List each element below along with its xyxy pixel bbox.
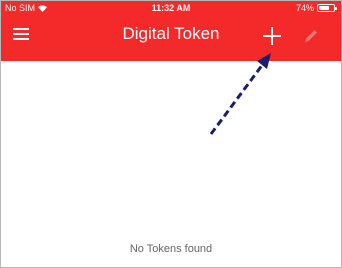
battery-icon: [317, 4, 337, 12]
app-screen: No SIM 11:32 AM 74% Digital Token No Tok…: [0, 0, 342, 268]
token-list-area: No Tokens found: [1, 61, 341, 267]
pencil-icon: [303, 28, 319, 44]
add-token-button[interactable]: [263, 27, 281, 45]
battery-level-fill: [319, 6, 329, 10]
empty-state-message: No Tokens found: [129, 243, 213, 255]
battery-status: 74%: [295, 3, 337, 13]
battery-cap: [335, 7, 337, 10]
status-bar: No SIM 11:32 AM 74%: [1, 1, 341, 17]
nav-bar: Digital Token: [1, 17, 341, 61]
status-time: 11:32 AM: [151, 3, 191, 13]
app-header: No SIM 11:32 AM 74% Digital Token: [1, 1, 341, 61]
page-title: Digital Token: [122, 24, 220, 43]
battery-percent: 74%: [295, 3, 314, 13]
